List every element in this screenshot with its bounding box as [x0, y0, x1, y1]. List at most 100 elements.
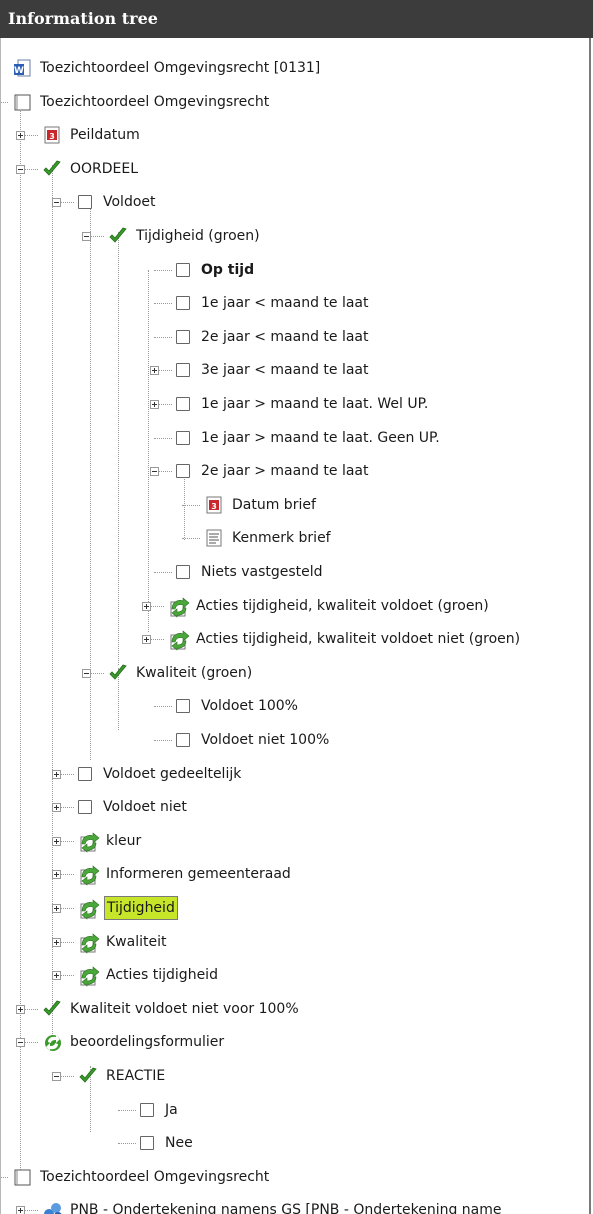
green-check-icon — [78, 1066, 98, 1086]
tree-node-3e-jaar-maand-te-laat[interactable]: 3e jaar < maand te laat — [176, 355, 371, 385]
tree-node-toezichtoordeel-omgevingsrecht[interactable]: Toezichtoordeel Omgevingsrecht — [12, 87, 271, 117]
collapse-toggle[interactable] — [150, 467, 159, 477]
tree-node-tijdigheid[interactable]: Tijdigheid — [78, 893, 178, 923]
checkbox-icon[interactable] — [140, 1102, 154, 1117]
expand-toggle[interactable] — [52, 904, 61, 913]
tree-node-acties-tijdigheid[interactable]: Acties tijdigheid — [78, 960, 220, 990]
tree-node-voldoet-niet-100[interactable]: Voldoet niet 100% — [176, 725, 331, 755]
tree-connector — [182, 538, 200, 540]
tree-connector — [154, 740, 172, 741]
tree-node-label: OORDEEL — [70, 160, 139, 177]
checkbox-icon[interactable] — [78, 800, 92, 815]
expand-toggle[interactable] — [150, 366, 159, 376]
checkbox-icon[interactable] — [176, 565, 190, 579]
tree-node-label: Kwaliteit — [106, 933, 167, 950]
tree-node-datum-brief[interactable]: 3 Datum brief — [204, 490, 318, 520]
tree-node-label: Voldoet — [103, 194, 156, 211]
tree-node-2e-jaar-maand-te-laat[interactable]: 2e jaar < maand te laat — [176, 322, 371, 352]
tree-guide-line — [118, 232, 119, 665]
tree-node-label: 1e jaar > maand te laat. Geen UP. — [201, 429, 440, 446]
blue-workflow-icon — [42, 1200, 62, 1214]
tree-node-voldoet[interactable]: Voldoet — [78, 187, 158, 217]
checkbox-icon[interactable] — [176, 464, 190, 479]
tree-node-ja[interactable]: Ja — [140, 1095, 180, 1125]
tree-node-1e-jaar-maand-te-laat-wel-up[interactable]: 1e jaar > maand te laat. Wel UP. — [176, 389, 430, 419]
tree-connector — [154, 269, 172, 271]
tree-node-2e-jaar-maand-te-laat[interactable]: 2e jaar > maand te laat — [176, 456, 371, 486]
checkbox-icon[interactable] — [176, 397, 190, 411]
tree-node-label: Toezichtoordeel Omgevingsrecht — [40, 93, 270, 110]
expand-toggle[interactable] — [52, 769, 61, 779]
expand-toggle[interactable] — [52, 870, 61, 880]
information-tree: W Toezichtoordeel Omgevingsrecht [0131] To… — [0, 0, 593, 1214]
expand-toggle[interactable] — [16, 1004, 25, 1014]
tree-node-label: Kwaliteit (groen) — [136, 664, 253, 681]
tree-node-toezichtoordeel-omgevingsrecht[interactable]: Toezichtoordeel Omgevingsrecht — [12, 1162, 271, 1192]
tree-node-acties-tijdigheid-kwaliteit-voldoet-niet[interactable]: Acties tijdigheid, kwaliteit voldoet nie… — [168, 624, 522, 654]
checkbox-icon[interactable] — [78, 195, 92, 210]
tree-node-peildatum[interactable]: 3 Peildatum — [42, 120, 142, 150]
tree-node-op-tijd[interactable]: Op tijd — [176, 255, 256, 285]
collapse-toggle[interactable] — [82, 668, 91, 678]
tree-node-voldoet-100[interactable]: Voldoet 100% — [176, 691, 300, 721]
folder-outline-icon — [12, 92, 32, 112]
expand-toggle[interactable] — [142, 635, 151, 645]
tree-connector — [154, 572, 172, 573]
checkbox-icon[interactable] — [176, 430, 190, 445]
collapse-toggle[interactable] — [16, 164, 25, 174]
tree-node-voldoet-niet[interactable]: Voldoet niet — [78, 792, 189, 822]
tree-node-acties-tijdigheid-kwaliteit-voldoet-groe[interactable]: Acties tijdigheid, kwaliteit voldoet (gr… — [168, 591, 491, 621]
tree-node-label: REACTIE — [106, 1068, 166, 1084]
tree-connector — [154, 336, 172, 338]
tree-node-voldoet-gedeeltelijk[interactable]: Voldoet gedeeltelijk — [78, 759, 243, 789]
expand-toggle[interactable] — [52, 937, 61, 947]
expand-toggle[interactable] — [150, 400, 159, 409]
tree-node-kleur[interactable]: kleur — [78, 826, 143, 856]
collapse-toggle[interactable] — [16, 1038, 25, 1048]
checkbox-icon[interactable] — [176, 262, 190, 277]
tree-node-reactie[interactable]: REACTIE — [78, 1061, 167, 1091]
green-form-icon — [42, 1032, 62, 1052]
collapse-toggle[interactable] — [52, 198, 61, 208]
tree-node-kwaliteit-voldoet-niet-voor-100[interactable]: Kwaliteit voldoet niet voor 100% — [42, 994, 301, 1024]
tree-node-label: Toezichtoordeel Omgevingsrecht — [40, 1168, 270, 1185]
checkbox-icon[interactable] — [140, 1136, 154, 1151]
tree-node-beoordelingsformulier[interactable]: beoordelingsformulier — [42, 1027, 226, 1057]
tree-node-kwaliteit[interactable]: Kwaliteit — [78, 927, 168, 957]
action-arrows-icon — [78, 831, 100, 853]
tree-node-label: Voldoet niet — [103, 799, 187, 816]
tree-node-oordeel[interactable]: OORDEEL — [42, 154, 140, 184]
checkbox-icon[interactable] — [176, 699, 190, 714]
checkbox-icon[interactable] — [176, 363, 190, 378]
tree-node-label: 3e jaar < maand te laat — [201, 362, 369, 379]
collapse-toggle[interactable] — [82, 232, 91, 241]
collapse-toggle[interactable] — [52, 1072, 61, 1081]
expand-toggle[interactable] — [16, 1206, 25, 1214]
tree-node-pnb-ondertekening-namens-gs-pnb-ondertek[interactable]: PNB - Ondertekening namens GS [PNB - Ond… — [42, 1195, 504, 1214]
tree-node-label: Tijdigheid — [104, 896, 178, 920]
tree-node-label: PNB - Ondertekening namens GS [PNB - Ond… — [70, 1202, 502, 1214]
checkbox-icon[interactable] — [176, 733, 190, 747]
tree-node-1e-jaar-maand-te-laat-geen-up[interactable]: 1e jaar > maand te laat. Geen UP. — [176, 423, 442, 453]
tree-connector — [154, 303, 172, 305]
checkbox-icon[interactable] — [176, 329, 190, 344]
tree-node-kwaliteit-groen[interactable]: Kwaliteit (groen) — [108, 658, 254, 688]
expand-toggle[interactable] — [52, 971, 61, 981]
checkbox-icon[interactable] — [176, 296, 190, 311]
expand-toggle[interactable] — [52, 803, 61, 813]
tree-node-label: Datum brief — [232, 496, 316, 513]
folder-outline-icon — [12, 1167, 32, 1187]
tree-node-kenmerk-brief[interactable]: Kenmerk brief — [204, 523, 333, 553]
tree-node-tijdigheid-groen[interactable]: Tijdigheid (groen) — [108, 221, 262, 251]
expand-toggle[interactable] — [16, 131, 25, 141]
tree-node-informeren-gemeenteraad[interactable]: Informeren gemeenteraad — [78, 859, 293, 889]
action-arrows-icon — [168, 629, 190, 651]
tree-node-toezichtoordeel-omgevingsrecht-0131[interactable]: W Toezichtoordeel Omgevingsrecht [0131] — [12, 53, 322, 83]
tree-node-1e-jaar-maand-te-laat[interactable]: 1e jaar < maand te laat — [176, 288, 371, 318]
tree-node-nee[interactable]: Nee — [140, 1128, 195, 1158]
checkbox-icon[interactable] — [78, 766, 92, 781]
expand-toggle[interactable] — [52, 836, 61, 846]
tree-node-niets-vastgesteld[interactable]: Niets vastgesteld — [176, 557, 325, 587]
tree-node-label: Acties tijdigheid, kwaliteit voldoet nie… — [196, 631, 521, 648]
expand-toggle[interactable] — [142, 601, 151, 611]
